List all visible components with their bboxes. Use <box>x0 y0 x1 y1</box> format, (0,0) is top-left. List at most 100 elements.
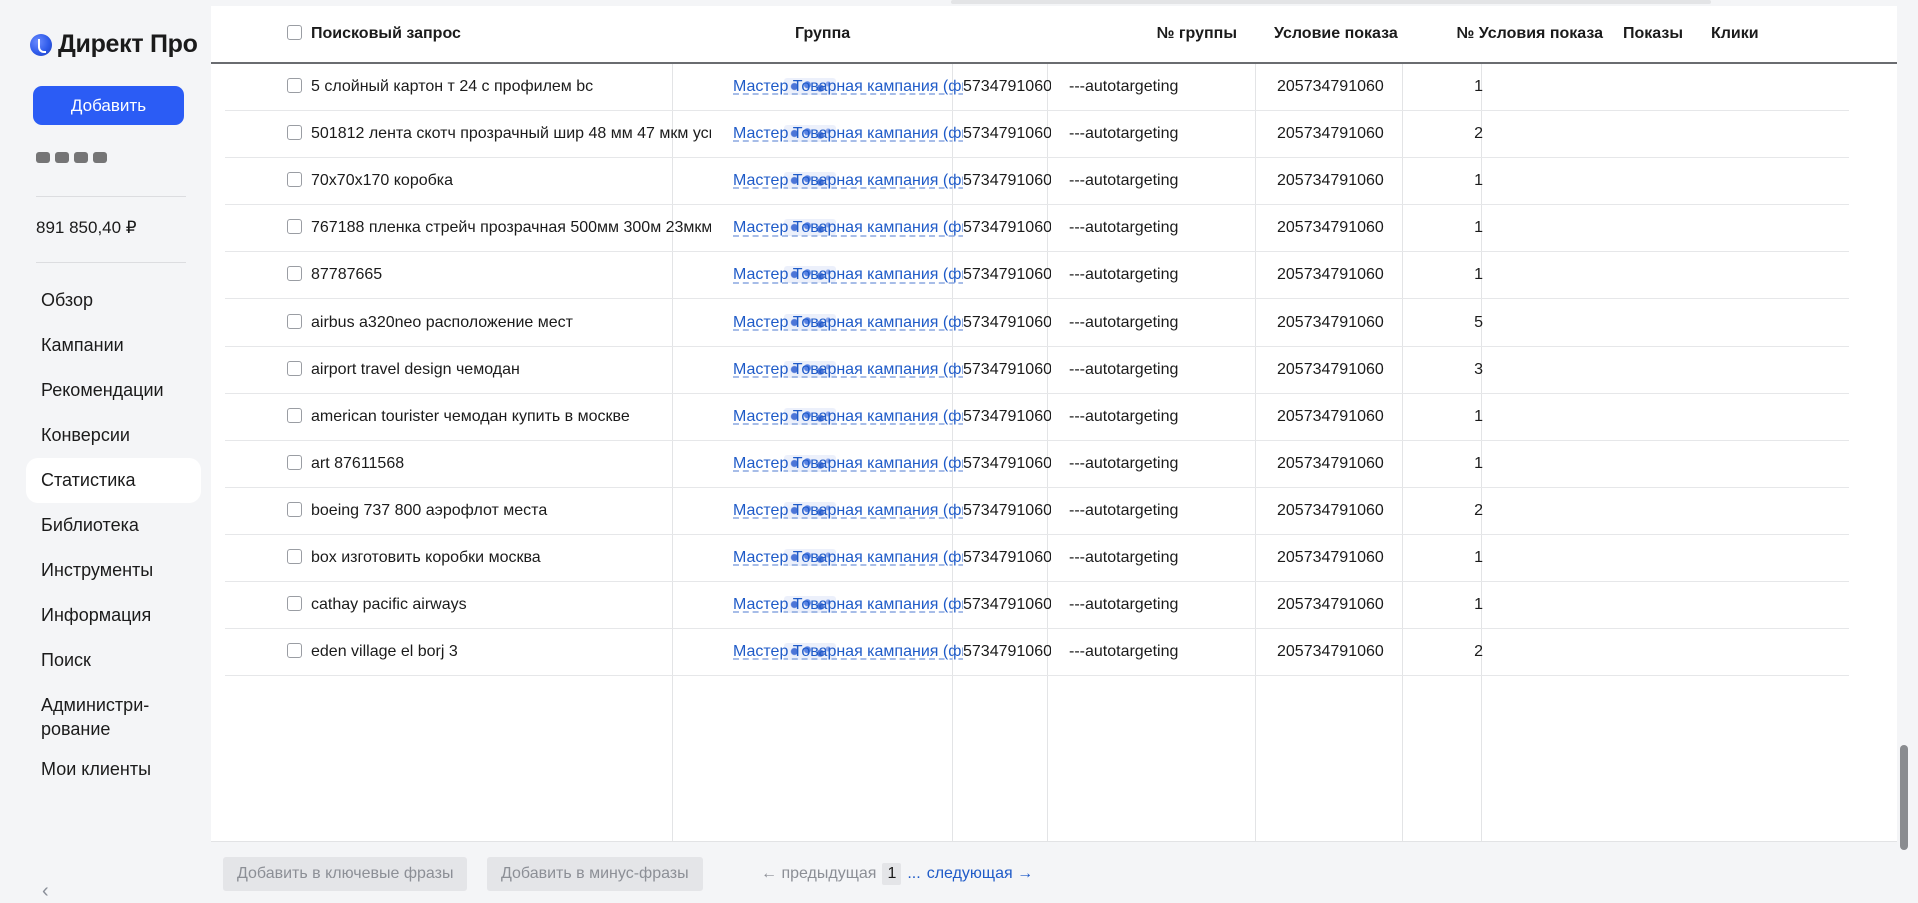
table-row[interactable]: airport travel design чемодан Мастер Това… <box>225 346 1849 394</box>
row-checkbox[interactable] <box>287 549 302 564</box>
statistics-table: Поисковый запрос Группа № группы Условие… <box>211 6 1897 901</box>
condition-number: 205734791060 <box>1277 266 1384 284</box>
sidebar-item[interactable]: Статистика <box>26 458 201 503</box>
sidebar-item[interactable]: Обзор <box>26 278 201 323</box>
table-row[interactable]: cathay pacific airways Мастер Товарная ка… <box>225 581 1849 630</box>
header-group[interactable]: Группа <box>795 6 995 62</box>
search-query: art 87611568 <box>311 454 405 472</box>
vertical-scrollbar[interactable] <box>1897 6 1909 851</box>
table-row[interactable]: 767188 пленка стрейч прозрачная 500мм 30… <box>225 204 1849 253</box>
group-link[interactable]: Мастер Товарная кампания (фид) <box>733 157 963 204</box>
row-checkbox[interactable] <box>287 172 302 188</box>
group-number: 5734791060 <box>963 643 1051 661</box>
add-button[interactable]: Добавить <box>33 86 184 125</box>
user-name-redacted[interactable] <box>36 152 107 163</box>
row-checkbox[interactable] <box>287 266 302 282</box>
group-link[interactable]: Мастер Товарная кампания (фид) <box>733 534 963 581</box>
search-query: 87787665 <box>311 266 383 284</box>
sidebar-nav: Обзор Кампании Рекомендации Конверсии Статис… <box>26 278 201 792</box>
group-link[interactable]: Мастер Товарная кампания (фид) <box>733 581 963 628</box>
add-to-keywords-button[interactable]: Добавить в ключевые фразы <box>223 857 468 891</box>
header-clicks[interactable]: Клики <box>1711 6 1791 62</box>
sidebar-item[interactable]: Конверсии <box>26 413 201 458</box>
condition-number: 205734791060 <box>1277 643 1384 661</box>
group-number: 5734791060 <box>963 78 1051 95</box>
logo[interactable]: Директ Про <box>30 30 198 59</box>
search-query: airbus a320neo расположение мест <box>311 313 573 331</box>
header-impressions[interactable]: Показы <box>1611 6 1693 62</box>
row-checkbox[interactable] <box>287 125 302 141</box>
group-link[interactable]: Мастер Товарная кампания (фид) <box>733 63 963 110</box>
display-condition: ---autotargeting <box>1069 125 1179 143</box>
divider <box>36 262 186 263</box>
impressions: 1 <box>1474 172 1483 190</box>
chevron-left-icon[interactable]: ‹ <box>42 880 49 903</box>
group-number: 5734791060 <box>963 313 1051 331</box>
divider <box>36 196 186 197</box>
pagination-next[interactable]: следующая → <box>927 857 1033 891</box>
impressions: 2 <box>1474 643 1483 661</box>
condition-number: 205734791060 <box>1277 125 1384 143</box>
row-checkbox[interactable] <box>287 501 302 517</box>
scrollbar-thumb[interactable] <box>1900 745 1908 850</box>
group-link[interactable]: Мастер Товарная кампания (фид) <box>733 204 963 251</box>
condition-number: 205734791060 <box>1277 219 1384 237</box>
row-checkbox[interactable] <box>287 78 302 93</box>
row-checkbox[interactable] <box>287 219 302 235</box>
pagination-current-page[interactable]: 1 <box>882 863 902 885</box>
header-condition-no[interactable]: № Условия показа <box>1451 6 1613 62</box>
group-link[interactable]: Мастер Товарная кампания (фид) <box>733 440 963 487</box>
sidebar-item[interactable]: Информация <box>26 593 201 638</box>
group-link[interactable]: Мастер Товарная кампания (фид) <box>733 628 963 675</box>
pagination: ← предыдущая 1 ... следующая → <box>761 857 1033 891</box>
sidebar-item[interactable]: Рекомендации <box>26 368 201 413</box>
condition-number: 205734791060 <box>1277 407 1384 425</box>
group-link[interactable]: Мастер Товарная кампания (фид) <box>733 110 963 157</box>
search-query: 70x70x170 коробка <box>311 172 454 190</box>
row-checkbox[interactable] <box>287 407 302 423</box>
pagination-prev[interactable]: ← предыдущая <box>761 857 876 891</box>
table-row[interactable]: 87787665 Мастер Товарная кампания (фид) 57… <box>225 251 1849 300</box>
header-query[interactable]: Поисковый запрос <box>311 6 611 62</box>
group-link[interactable]: Мастер Товарная кампания (фид) <box>733 299 963 346</box>
row-checkbox[interactable] <box>287 360 302 376</box>
table-row[interactable]: american tourister чемодан купить в моск… <box>225 393 1849 441</box>
select-all-checkbox[interactable] <box>287 25 302 40</box>
display-condition: ---autotargeting <box>1069 596 1179 614</box>
search-query: american tourister чемодан купить в моск… <box>311 407 630 425</box>
table-row[interactable]: airbus a320neo расположение мест Мастер Т… <box>225 299 1849 347</box>
sidebar-item[interactable]: Администри- рование <box>26 683 201 747</box>
sidebar-item[interactable]: Поиск <box>26 638 201 683</box>
pagination-ellipsis[interactable]: ... <box>907 857 920 891</box>
group-link[interactable]: Мастер Товарная кампания (фид) <box>733 487 963 534</box>
group-number: 5734791060 <box>963 219 1051 237</box>
table-row[interactable]: eden village el borj 3 Мастер Товарная ка… <box>225 628 1849 677</box>
search-query: eden village el borj 3 <box>311 643 458 661</box>
search-query: 5 слойный картон т 24 с профилем bc <box>311 78 594 95</box>
group-link[interactable]: Мастер Товарная кампания (фид) <box>733 393 963 440</box>
table-row[interactable]: 5 слойный картон т 24 с профилем bc Масте… <box>225 63 1849 111</box>
display-condition: ---autotargeting <box>1069 360 1179 378</box>
table-row[interactable]: 501812 лента скотч прозрачный шир 48 мм … <box>225 110 1849 159</box>
sidebar-item[interactable]: Кампании <box>26 323 201 368</box>
table-row[interactable]: art 87611568 Мастер Товарная кампания (фи… <box>225 440 1849 488</box>
group-link[interactable]: Мастер Товарная кампания (фид) <box>733 346 963 393</box>
row-checkbox[interactable] <box>287 643 302 659</box>
header-group-no[interactable]: № группы <box>1141 6 1247 62</box>
display-condition: ---autotargeting <box>1069 172 1179 190</box>
row-checkbox[interactable] <box>287 313 302 329</box>
table-row[interactable]: 70x70x170 коробка Мастер Товарная кампани… <box>225 157 1849 206</box>
condition-number: 205734791060 <box>1277 596 1384 614</box>
sidebar-item[interactable]: Инструменты <box>26 548 201 593</box>
yandex-logo-icon <box>30 33 52 56</box>
table-row[interactable]: boeing 737 800 аэрофлот места Мастер Това… <box>225 487 1849 535</box>
add-to-negative-keywords-button[interactable]: Добавить в минус-фразы <box>487 857 703 891</box>
row-checkbox[interactable] <box>287 454 302 470</box>
row-checkbox[interactable] <box>287 596 302 612</box>
table-row[interactable]: box изготовить коробки москва Мастер Това… <box>225 534 1849 582</box>
sidebar-item[interactable]: Библиотека <box>26 503 201 548</box>
account-balance: 891 850,40 ₽ <box>36 218 137 237</box>
group-link[interactable]: Мастер Товарная кампания (фид) <box>733 251 963 298</box>
sidebar-item[interactable]: Мои клиенты <box>26 747 201 792</box>
search-query: airport travel design чемодан <box>311 360 520 378</box>
